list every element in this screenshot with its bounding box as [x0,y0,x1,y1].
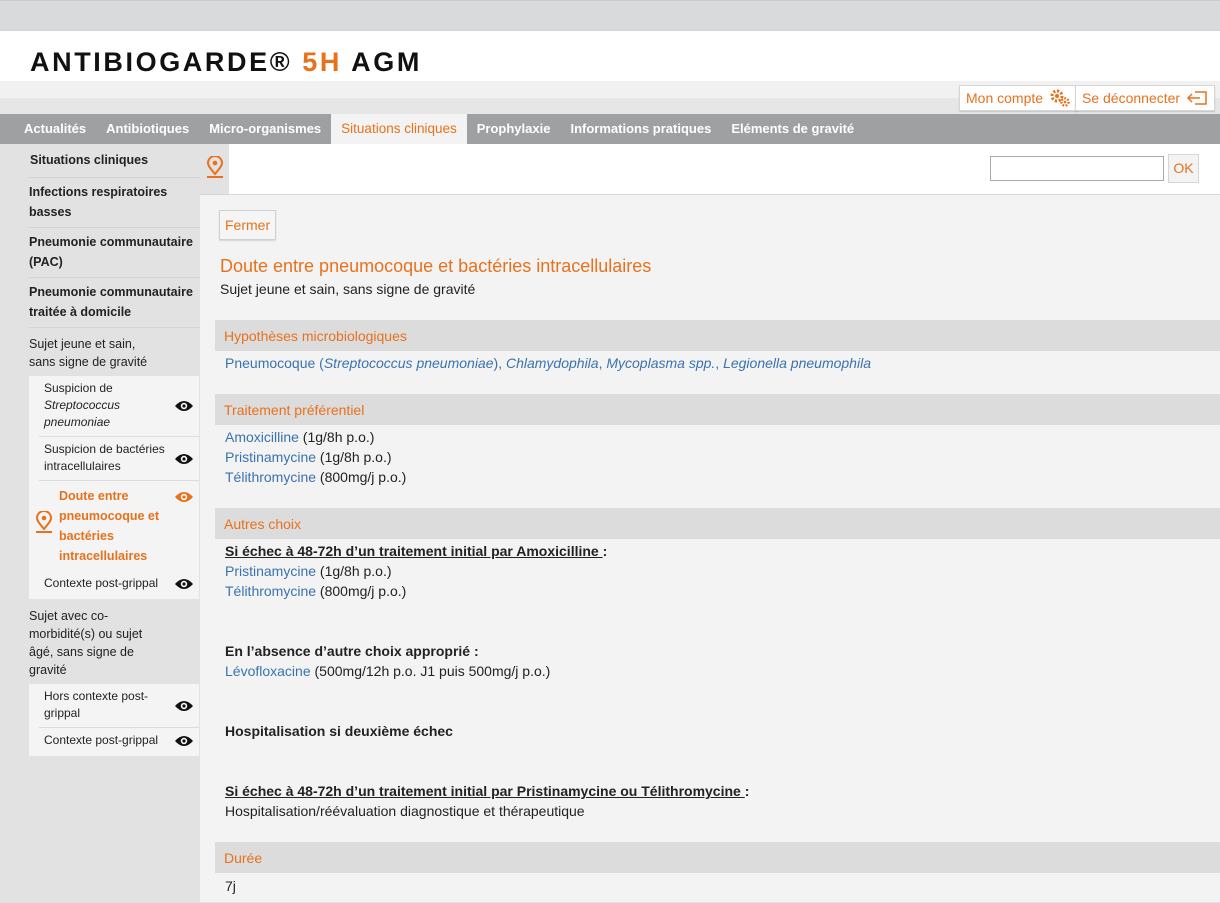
nav-item-micro-organismes[interactable]: Micro-organismes [199,114,331,144]
sidebar-item-pac[interactable]: Pneumonie communautaire (PAC) [29,228,200,278]
treatment-line: Télithromycine (800mg/j p.o.) [225,469,406,485]
sidebar-sub-doute-current[interactable]: Doute entre pneumocoque et bactéries int… [39,481,199,571]
pneumocoque-label: Pneumocoque ( [225,355,324,371]
section-header-autres-choix: Autres choix [215,508,1220,539]
eye-icon[interactable] [174,577,194,591]
section-header-duree: Durée [215,842,1220,873]
sidebar-item-infections-respiratoires[interactable]: Infections respiratoires basses [29,178,200,228]
sidebar-sub-post-grippal[interactable]: Contexte post-grippal [39,571,199,597]
telithromycine-link[interactable]: Télithromycine [225,583,316,599]
eye-icon[interactable] [174,452,194,466]
sub-label: Hors contexte post-grippal [44,689,149,720]
nav-item-informations-pratiques[interactable]: Informations pratiques [560,114,721,144]
sidebar-sub-hors-post-grippal[interactable]: Hors contexte post-grippal [39,684,199,728]
content-panel: Fermer Doute entre pneumocoque et bactér… [200,194,1220,902]
alt-heading-hospitalisation: Hospitalisation si deuxième échec [225,723,453,739]
nav-item-actualites[interactable]: Actualités [14,114,96,144]
alt-line: Pristinamycine (1g/8h p.o.) [225,563,392,579]
gears-icon [1050,89,1070,107]
sidebar-sub-intracellulaires[interactable]: Suspicion de bactéries intracellulaires [39,437,199,481]
brand-name: ANTIBIOGARDE® [30,47,303,77]
close-button[interactable]: Fermer [219,210,277,240]
legionella-link[interactable]: Legionella pneumophila [723,355,871,371]
my-account-button[interactable]: Mon compte [959,85,1079,111]
amoxicilline-link[interactable]: Amoxicilline [225,429,299,445]
colon: : [744,783,750,799]
sidebar: Situations cliniques Infections respirat… [0,144,224,902]
eye-icon[interactable] [174,699,194,713]
sidebar-sublist-comorbidite: Hors contexte post-grippal Contexte post… [29,684,199,756]
sidebar-sub-post-grippal-2[interactable]: Contexte post-grippal [39,728,199,754]
alt-heading-absence: En l’absence d’autre choix approprié : [225,643,479,659]
levofloxacine-link[interactable]: Lévofloxacine [225,663,311,679]
section-header-traitement: Traitement préférentiel [215,394,1220,425]
alt-heading-text: Si échec à 48-72h d’un traitement initia… [225,543,603,559]
search-bar: OK [229,144,1220,194]
mycoplasma-link[interactable]: Mycoplasma spp. [606,355,715,371]
pristinamycine-link[interactable]: Pristinamycine [225,563,316,579]
treatment-line: Pristinamycine (1g/8h p.o.) [225,449,392,465]
location-pin-icon [35,511,53,533]
sidebar-item-situations-cliniques[interactable]: Situations cliniques [29,144,200,178]
treatment-line: Amoxicilline (1g/8h p.o.) [225,429,374,445]
sidebar-group-jeune-sain[interactable]: Sujet jeune et sain, sans signe de gravi… [29,328,200,376]
sub-label-species: Streptococcus pneumoniae [44,398,121,429]
pneumocoque-link[interactable]: Pneumocoque (Streptococcus pneumoniae) [225,355,498,371]
user-bar: Mon compte Se déconnecter [0,81,1220,114]
eye-icon[interactable] [174,399,194,413]
search-input[interactable] [990,156,1164,181]
main-nav: Actualités Antibiotiques Micro-organisme… [0,114,1220,144]
nav-item-elements-de-gravite[interactable]: Eléments de gravité [721,114,864,144]
logout-icon [1187,91,1207,105]
colon: : [602,543,608,559]
alt-heading-text: Si échec à 48-72h d’un traitement initia… [225,783,745,799]
sidebar-sublist-jeune-sain: Suspicion de Streptococcus pneumoniae Su… [29,376,199,599]
sub-label: Contexte post-grippal [44,576,159,590]
brand-version: 5H [302,47,343,77]
dose-text: (800mg/j p.o.) [316,583,407,599]
micro-organisms-line: Pneumocoque (Streptococcus pneumoniae), … [225,355,871,371]
telithromycine-link[interactable]: Télithromycine [225,469,316,485]
sub-label: Contexte post-grippal [44,733,159,747]
sidebar-group-comorbidite[interactable]: Sujet avec co-morbidité(s) ou sujet âgé,… [29,599,200,684]
section-header-hypotheses: Hypothèses microbiologiques [215,320,1220,351]
dose-text: (800mg/j p.o.) [316,469,407,485]
logout-button[interactable]: Se déconnecter [1075,85,1216,111]
dose-text: (500mg/12h p.o. J1 puis 500mg/j p.o.) [310,663,551,679]
logout-label: Se déconnecter [1082,90,1181,106]
alt-heading-echec-amoxicilline: Si échec à 48-72h d’un traitement initia… [225,543,607,559]
eye-icon-active[interactable] [174,490,194,504]
dose-text: (1g/8h p.o.) [316,449,392,465]
dose-text: (1g/8h p.o.) [298,429,375,445]
duration-value: 7j [225,878,236,894]
search-ok-button[interactable]: OK [1168,154,1199,183]
alt-line: Lévofloxacine (500mg/12h p.o. J1 puis 50… [225,663,550,679]
separator: , [715,355,724,371]
sidebar-item-pac-domicile[interactable]: Pneumonie communautaire traitée à domici… [29,278,200,328]
page-title: Doute entre pneumocoque et bactéries int… [220,256,652,276]
alt-heading-echec-pristinamycine: Si échec à 48-72h d’un traitement initia… [225,783,749,799]
page-subtitle: Sujet jeune et sain, sans signe de gravi… [220,281,476,297]
chlamydophila-link[interactable]: Chlamydophila [506,355,599,371]
sub-label: Suspicion de bactéries intracellulaires [44,442,165,473]
separator: , [498,355,506,371]
nav-item-situations-cliniques[interactable]: Situations cliniques [331,114,467,144]
main-area: OK Fermer Doute entre pneumocoque et bac… [200,144,1220,902]
nav-item-prophylaxie[interactable]: Prophylaxie [467,114,561,144]
pneumocoque-species: Streptococcus pneumoniae [323,355,494,371]
brand-suffix: AGM [342,47,422,77]
nav-item-antibiotiques[interactable]: Antibiotiques [96,114,199,144]
my-account-label: Mon compte [966,90,1044,106]
sub-label: Suspicion de [44,381,113,395]
alt-text-hospitalisation: Hospitalisation/réévaluation diagnostiqu… [225,803,585,819]
pristinamycine-link[interactable]: Pristinamycine [225,449,316,465]
alt-line: Télithromycine (800mg/j p.o.) [225,583,406,599]
top-strip [0,0,1220,31]
dose-text: (1g/8h p.o.) [316,563,392,579]
eye-icon[interactable] [174,734,194,748]
sidebar-sub-strepto[interactable]: Suspicion de Streptococcus pneumoniae [39,376,199,437]
app-title: ANTIBIOGARDE® 5H AGM [0,31,1220,81]
sub-label: Doute entre pneumocoque et bactéries int… [59,489,160,563]
